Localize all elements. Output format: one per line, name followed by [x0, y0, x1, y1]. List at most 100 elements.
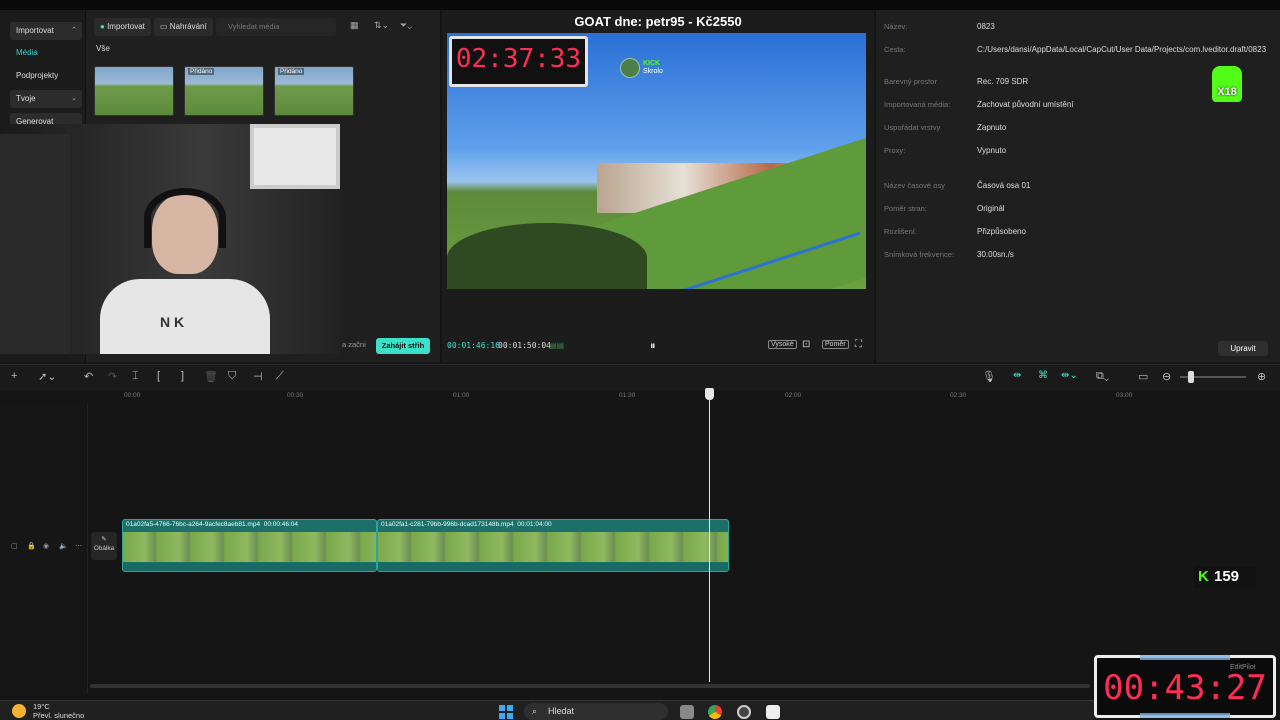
kick-viewer-count: K 159: [1194, 566, 1256, 588]
import-button-label: Importovat: [107, 22, 145, 31]
goat-title: GOAT dne: petr95 - Kč2550: [574, 14, 742, 29]
prop-label: Uspořádat vrstvy: [884, 123, 941, 132]
nav-subprojects[interactable]: Podprojekty: [10, 67, 82, 85]
prop-value: Přizpůsobeno: [977, 227, 1026, 236]
quality-button[interactable]: Vysoké: [768, 340, 797, 349]
snapshot-icon[interactable]: ⊡: [802, 339, 810, 350]
grid-view-icon[interactable]: ▦: [350, 20, 359, 31]
headset: [144, 188, 226, 248]
ruler-tick: 02:30: [950, 392, 967, 399]
prop-label: Snímková frekvence:: [884, 250, 955, 259]
search-input[interactable]: Vyhledat média: [216, 18, 336, 36]
prop-label: Rozlišení:: [884, 227, 917, 236]
search-icon: ⌕: [532, 706, 538, 716]
file-explorer-icon[interactable]: [680, 705, 694, 719]
recording-button[interactable]: ▭ Nahrávání: [154, 18, 213, 36]
magic-icon[interactable]: ⟋: [276, 370, 284, 383]
ratio-button[interactable]: Poměr: [822, 340, 849, 349]
taskbar-search[interactable]: Hledat: [524, 703, 668, 720]
media-thumbnail[interactable]: Přidáno: [274, 66, 354, 116]
filter-icon[interactable]: ⏷⌄: [400, 20, 412, 31]
preview-axis-icon[interactable]: ⧉⌄: [1096, 370, 1109, 383]
kick-avatar: [620, 58, 640, 78]
prop-label: Importovaná média:: [884, 100, 951, 109]
nav-media[interactable]: Média: [10, 44, 82, 62]
track-preview-icon[interactable]: ▢: [11, 542, 18, 550]
playhead[interactable]: [709, 394, 710, 682]
timeline-ruler[interactable]: [88, 390, 1280, 404]
ruler-tick: 00:30: [287, 392, 304, 399]
timeline-scrollbar[interactable]: [90, 684, 1090, 688]
split-icon[interactable]: ⌶: [132, 370, 139, 383]
delete-icon: 🗑: [204, 371, 218, 383]
microphone-icon[interactable]: 🎙: [982, 370, 996, 383]
clip-label: 01a02fa5-4766-76bc-a264-9acfec8aeb81.mp4…: [126, 521, 298, 528]
trim-right-icon[interactable]: ]: [181, 370, 184, 382]
zoom-slider-handle[interactable]: [1188, 371, 1194, 383]
chevron-up-icon: ⌃: [71, 27, 77, 34]
ruler-tick: 03:00: [1116, 392, 1133, 399]
eye-icon[interactable]: ◉: [43, 542, 49, 550]
start-hint: a začni: [342, 340, 366, 349]
add-icon[interactable]: +: [11, 370, 17, 382]
nav-import-label: Importovat: [16, 26, 54, 35]
media-thumbnail[interactable]: Přidáno: [184, 66, 264, 116]
ruler-tick: 01:00: [453, 392, 470, 399]
timeline-clip[interactable]: 01a02fa5-4766-76bc-a264-9acfec8aeb81.mp4…: [122, 519, 377, 572]
pause-button[interactable]: ⏸: [650, 340, 656, 353]
timeline-clip[interactable]: 01a02fa1-c281-79bb-996b-dcad173148b.mp4 …: [377, 519, 729, 572]
person-shirt: [100, 279, 270, 354]
clip-duration: 00:00:46:04: [263, 521, 299, 528]
import-button[interactable]: ● Importovat: [94, 18, 151, 36]
chrome-icon[interactable]: [708, 705, 722, 719]
freeze-icon[interactable]: ⊣: [253, 370, 263, 383]
cover-label: Obálka: [93, 545, 115, 552]
prop-value: Časová osa 01: [977, 181, 1031, 190]
clip-waveform: [123, 563, 376, 571]
kick-label: KICK Skrolo: [643, 60, 663, 76]
undo-icon[interactable]: ↶: [84, 370, 93, 383]
snap-icon[interactable]: ⌘: [1038, 370, 1048, 381]
playhead-handle[interactable]: [705, 388, 714, 400]
import-icon: ●: [100, 22, 105, 31]
select-tool-icon[interactable]: ➚⌄: [38, 370, 56, 383]
start-editing-button[interactable]: Zahájit střih: [376, 338, 430, 354]
sort-icon[interactable]: ⇅⌄: [374, 20, 389, 31]
nav-import[interactable]: Importovat ⌃: [10, 22, 82, 40]
video-trees: [447, 223, 647, 289]
timer-bar-top: [1140, 655, 1230, 660]
chain-icon[interactable]: ⇹⌄: [1061, 370, 1078, 381]
webcam-overlay: N K: [0, 124, 340, 354]
prop-label: Název:: [884, 22, 908, 31]
redo-icon: ↷: [108, 371, 118, 383]
captions-icon[interactable]: ▭: [1138, 370, 1148, 383]
prop-value[interactable]: Zapnuto: [977, 123, 1267, 133]
prop-value: Originál: [977, 204, 1005, 213]
thumbnail-badge: Přidáno: [188, 68, 215, 75]
weather-widget[interactable]: 19°C Převl. slunečno: [33, 702, 84, 720]
weather-icon[interactable]: [12, 704, 26, 718]
fullscreen-icon[interactable]: ⛶: [855, 339, 862, 350]
prop-value[interactable]: Vypnuto: [977, 146, 1267, 156]
capcut-icon[interactable]: [766, 705, 780, 719]
zoom-out-icon[interactable]: ⊖: [1162, 370, 1171, 383]
edit-button[interactable]: Upravit: [1218, 341, 1268, 356]
nav-yours[interactable]: Tvoje ⌄: [10, 90, 82, 108]
link-icon[interactable]: ⇹: [1013, 370, 1021, 381]
overlay-timer: 02:37:33: [455, 44, 582, 74]
media-thumbnail[interactable]: [94, 66, 174, 116]
clip-label: 01a02fa1-c281-79bb-996b-dcad173148b.mp4 …: [381, 521, 552, 528]
more-icon[interactable]: ⋯: [75, 542, 82, 550]
marker-icon[interactable]: ⛉: [228, 370, 236, 383]
section-title: Vše: [96, 44, 110, 53]
zoom-in-icon[interactable]: ⊕: [1257, 370, 1266, 383]
cover-button[interactable]: ✎ Obálka: [91, 532, 117, 560]
trim-left-icon[interactable]: [: [157, 370, 160, 382]
windows-start-icon[interactable]: [499, 705, 513, 719]
audio-icon[interactable]: 🔈: [59, 542, 68, 550]
app-icon[interactable]: [737, 705, 751, 719]
clip-waveform: [378, 563, 728, 571]
x18-badge: X18: [1212, 66, 1242, 102]
prop-label: Název časové osy: [884, 181, 945, 190]
lock-icon[interactable]: 🔒: [27, 542, 36, 550]
